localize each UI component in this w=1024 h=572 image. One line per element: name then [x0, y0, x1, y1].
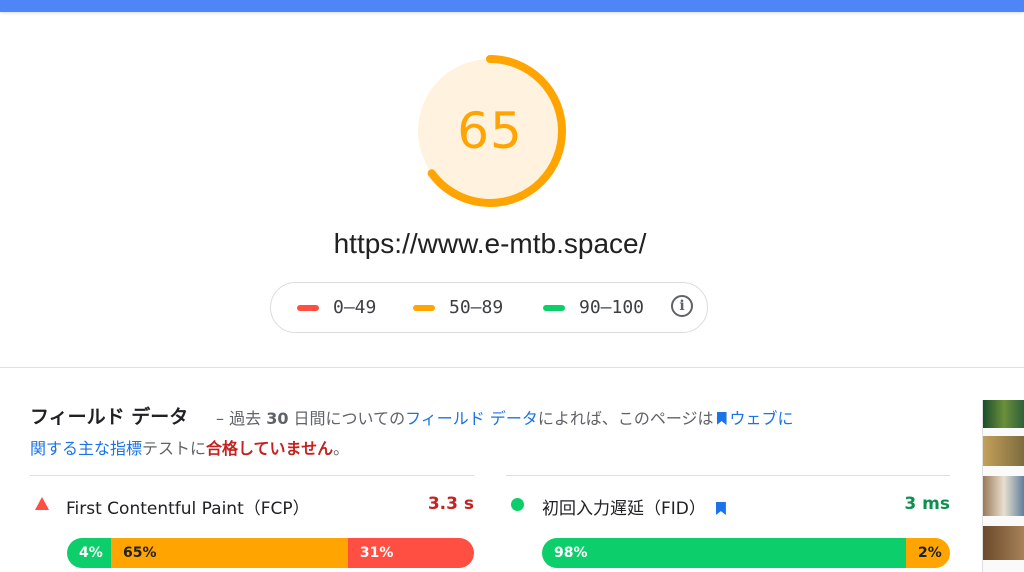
- legend-pass-label: 90–100: [579, 297, 645, 318]
- distribution-segment: 4%: [67, 538, 111, 568]
- desc-mid2: によれば、このページは: [537, 409, 714, 428]
- legend-average-label: 50–89: [449, 297, 504, 318]
- metric-fid-value: 3 ms: [904, 494, 950, 514]
- desc-mid3: テストに: [142, 439, 207, 458]
- desc-end: 。: [333, 439, 350, 458]
- metric-fcp-distribution-bar: 4% 65% 31%: [67, 538, 474, 568]
- metric-fcp: First Contentful Paint（FCP） 3.3 s: [30, 494, 474, 522]
- score-legend: 0–49 50–89 90–100 i: [270, 282, 708, 333]
- metric-divider-right: [506, 475, 950, 476]
- legend-fail-label: 0–49: [333, 297, 377, 318]
- thumbnail-image: [983, 526, 1024, 560]
- thumbnail-image: [983, 400, 1024, 428]
- field-data-description-line2: 関する主な指標テストに合格していません。: [30, 434, 349, 464]
- distribution-segment: 65%: [111, 538, 348, 568]
- page-url: https://www.e-mtb.space/: [333, 228, 647, 259]
- legend-pass-swatch: [543, 305, 565, 311]
- legend-fail-swatch: [297, 305, 319, 311]
- desc-mid: 日間についての: [293, 409, 406, 428]
- pass-circle-icon: [511, 498, 524, 511]
- metric-fid-name: 初回入力遅延（FID）: [542, 494, 729, 519]
- thumbnail-image: [983, 476, 1024, 516]
- score-gauge: 65: [412, 53, 568, 209]
- bookmark-icon: [715, 502, 726, 515]
- desc-days: 30: [266, 409, 289, 428]
- legend-average-swatch: [413, 305, 435, 311]
- fail-triangle-icon: [35, 497, 49, 510]
- field-data-description: – 過去 30 日間についてのフィールド データによれば、このページは ウェブに: [216, 404, 896, 434]
- metric-fcp-name: First Contentful Paint（FCP）: [66, 499, 310, 519]
- thumbnail-image: [983, 436, 1024, 466]
- core-web-vitals-link-b[interactable]: 関する主な指標: [30, 439, 142, 458]
- top-bar: [0, 0, 1024, 12]
- field-data-title: フィールド データ: [30, 406, 189, 428]
- field-data-link[interactable]: フィールド データ: [405, 409, 538, 428]
- fail-status-text: 合格していません: [206, 439, 334, 458]
- info-icon[interactable]: i: [671, 295, 693, 317]
- distribution-segment: 98%: [542, 538, 906, 568]
- metric-fid-distribution-bar: 98% 2%: [542, 538, 950, 568]
- section-divider: [0, 367, 1024, 368]
- performance-score: 65: [457, 102, 523, 160]
- distribution-segment: 31%: [347, 538, 474, 568]
- metric-fcp-value: 3.3 s: [427, 494, 474, 514]
- bookmark-icon: [716, 412, 727, 425]
- metric-divider-left: [30, 475, 474, 476]
- page-thumbnails-strip: [982, 400, 1024, 572]
- distribution-segment: 2%: [906, 538, 950, 568]
- metric-fid: 初回入力遅延（FID） 3 ms: [506, 494, 950, 522]
- desc-prefix: – 過去: [216, 409, 262, 428]
- core-web-vitals-link-a[interactable]: ウェブに: [730, 409, 794, 428]
